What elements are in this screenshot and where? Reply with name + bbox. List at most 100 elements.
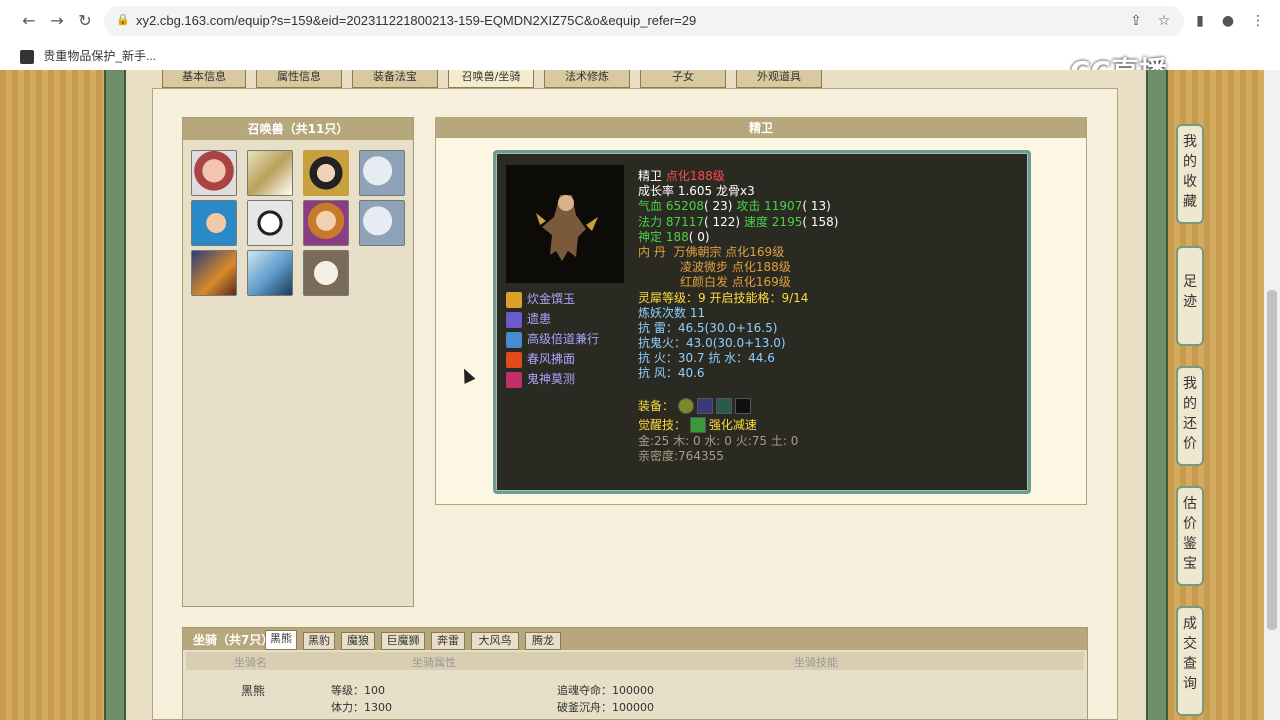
skill-label: 鬼神莫测 xyxy=(527,372,576,386)
col-mount-name: 坐骑名 xyxy=(234,656,267,669)
col-mount-skill: 坐骑技能 xyxy=(794,656,838,669)
mount-name: 黑熊 xyxy=(241,684,266,698)
back-icon[interactable]: ← xyxy=(18,10,40,32)
lingxi-info: 灵犀等级：9 开启技能格：9/14 xyxy=(638,290,809,305)
summon-panel: 召唤兽（共11只） xyxy=(182,117,414,607)
mana-extra: ( 122) xyxy=(704,214,741,229)
mana-label: 法力 xyxy=(638,214,663,229)
skill-icon xyxy=(506,351,522,368)
pet-avatar[interactable] xyxy=(303,200,349,246)
equip-icon[interactable] xyxy=(715,398,732,415)
pet-name: 精卫 xyxy=(638,169,663,183)
page-tabs: 基本信息 属性信息 装备法宝 召唤兽/坐骑 法术修炼 子女 外观道具 xyxy=(160,70,1120,88)
pet-skill[interactable]: 遗患 xyxy=(506,309,631,329)
tab-summon[interactable]: 召唤兽/坐骑 xyxy=(448,70,534,88)
detail-title: 精卫 xyxy=(436,118,1086,138)
pet-avatar[interactable] xyxy=(191,200,237,246)
equip-icon[interactable] xyxy=(677,398,694,415)
pet-skill[interactable]: 鬼神莫测 xyxy=(506,369,631,389)
awaken-skill[interactable]: 强化减速 xyxy=(709,418,757,432)
pet-avatar[interactable] xyxy=(359,200,405,246)
mount-columns: 坐骑名 坐骑属性 坐骑技能 xyxy=(186,652,1084,670)
profile-icon[interactable]: ● xyxy=(1218,10,1238,32)
side-btn-label: 估价鉴宝 xyxy=(1183,496,1197,572)
neidan-item: 万佛朝宗 点化169级 xyxy=(673,244,785,259)
hp-extra: ( 23) xyxy=(704,199,733,214)
mount-skill: 追魂夺命：100000 xyxy=(557,684,654,697)
mount-tab[interactable]: 大风鸟 xyxy=(471,632,519,650)
pet-skill[interactable]: 高级倍道兼行 xyxy=(506,329,631,349)
intimacy-info: 亲密度:764355 xyxy=(638,449,724,463)
mount-level: 等级：100 xyxy=(331,684,385,697)
scroll-thumb[interactable] xyxy=(1267,290,1277,630)
tab-appearance[interactable]: 外观道具 xyxy=(736,70,822,88)
mana-value: 87117 xyxy=(665,214,705,229)
speed-value: 2195 xyxy=(771,214,803,229)
tab-child[interactable]: 子女 xyxy=(640,70,726,88)
pet-skill[interactable]: 春风拂面 xyxy=(506,349,631,369)
share-icon[interactable]: ⇪ xyxy=(1126,10,1146,32)
resist-line: 抗 风：40.6 xyxy=(638,366,705,381)
right-border xyxy=(1146,70,1168,720)
pet-growth: 成长率 1.605 龙骨x3 xyxy=(638,184,755,199)
side-btn-favorites[interactable]: 我的收藏 xyxy=(1176,124,1204,224)
hp-value: 65208 xyxy=(665,199,705,214)
pet-detail-panel: 精卫 炊金馔玉 遗患 高级倍道兼行 春风拂面 鬼神莫测 精卫 点化188级 成长… xyxy=(435,117,1087,505)
pet-avatar[interactable] xyxy=(303,250,349,296)
resist-line: 抗鬼火：43.0(30.0+13.0) xyxy=(638,336,786,351)
pet-avatar[interactable] xyxy=(191,150,237,196)
mount-tab[interactable]: 魔狼 xyxy=(341,632,375,650)
pet-avatar-selected[interactable] xyxy=(303,150,349,196)
pet-stats: 精卫 点化188级 成长率 1.605 龙骨x3 气血 65208( 23) 攻… xyxy=(638,169,1018,464)
address-bar[interactable]: 🔒 xy2.cbg.163.com/equip?s=159&eid=202311… xyxy=(104,6,1184,36)
equip-icon[interactable] xyxy=(734,398,751,415)
skill-label: 高级倍道兼行 xyxy=(527,332,600,346)
equip-label: 装备： xyxy=(638,398,675,413)
equip-icon[interactable] xyxy=(696,398,713,415)
menu-icon[interactable]: ⋮ xyxy=(1248,10,1268,32)
mount-tab[interactable]: 奔雷 xyxy=(431,632,465,650)
bookmark-item[interactable]: 贵重物品保护_新手... xyxy=(20,47,156,64)
skill-label: 炊金馔玉 xyxy=(527,292,576,306)
pet-skill[interactable]: 炊金馔玉 xyxy=(506,289,631,309)
url-text[interactable]: xy2.cbg.163.com/equip?s=159&eid=20231122… xyxy=(136,13,696,28)
left-border xyxy=(104,70,126,720)
forward-icon[interactable]: → xyxy=(46,10,68,32)
pet-portrait xyxy=(506,165,624,283)
mount-tab[interactable]: 腾龙 xyxy=(525,632,561,650)
pet-avatar[interactable] xyxy=(359,150,405,196)
tab-attr[interactable]: 属性信息 xyxy=(256,70,342,88)
mount-skill: 破釜沉舟：100000 xyxy=(557,701,654,714)
mount-tab[interactable]: 黑豹 xyxy=(303,632,335,650)
scrollbar[interactable] xyxy=(1264,70,1280,720)
pet-avatar[interactable] xyxy=(247,250,293,296)
resist-line: 抗 火：30.7 抗 水：44.6 xyxy=(638,351,775,366)
pet-avatar[interactable] xyxy=(191,250,237,296)
col-mount-attr: 坐骑属性 xyxy=(412,656,456,669)
neidan-item: 凌波微步 点化188级 xyxy=(680,260,791,275)
mount-stamina: 体力：1300 xyxy=(331,701,392,714)
side-btn-appraise[interactable]: 估价鉴宝 xyxy=(1176,486,1204,586)
lianyao-count: 炼妖次数 11 xyxy=(638,305,706,320)
tab-equip[interactable]: 装备法宝 xyxy=(352,70,438,88)
side-btn-label: 我的还价 xyxy=(1183,376,1197,452)
left-decor xyxy=(0,70,110,720)
reload-icon[interactable]: ↻ xyxy=(74,10,96,32)
tab-skill[interactable]: 法术修炼 xyxy=(544,70,630,88)
tab-basic[interactable]: 基本信息 xyxy=(162,70,246,88)
pet-avatar[interactable] xyxy=(247,150,293,196)
mount-title: 坐骑（共7只） xyxy=(193,633,274,647)
side-btn-deals[interactable]: 成交查询 xyxy=(1176,606,1204,716)
neidan-label: 内 丹 xyxy=(638,244,666,259)
mount-tab[interactable]: 巨魔狮 xyxy=(381,632,425,650)
star-icon[interactable]: ☆ xyxy=(1154,10,1174,32)
speed-label: 速度 xyxy=(743,214,768,229)
sidebar-icon[interactable]: ▮ xyxy=(1190,10,1210,32)
side-btn-label: 成交查询 xyxy=(1183,616,1197,692)
side-btn-history[interactable]: 足迹 xyxy=(1176,246,1204,346)
mount-tab[interactable]: 黑熊 xyxy=(265,630,297,650)
browser-toolbar: ← → ↻ 🔒 xy2.cbg.163.com/equip?s=159&eid=… xyxy=(0,0,1280,42)
shending-label: 神定 xyxy=(638,229,663,244)
side-btn-offers[interactable]: 我的还价 xyxy=(1176,366,1204,466)
pet-avatar[interactable] xyxy=(247,200,293,246)
